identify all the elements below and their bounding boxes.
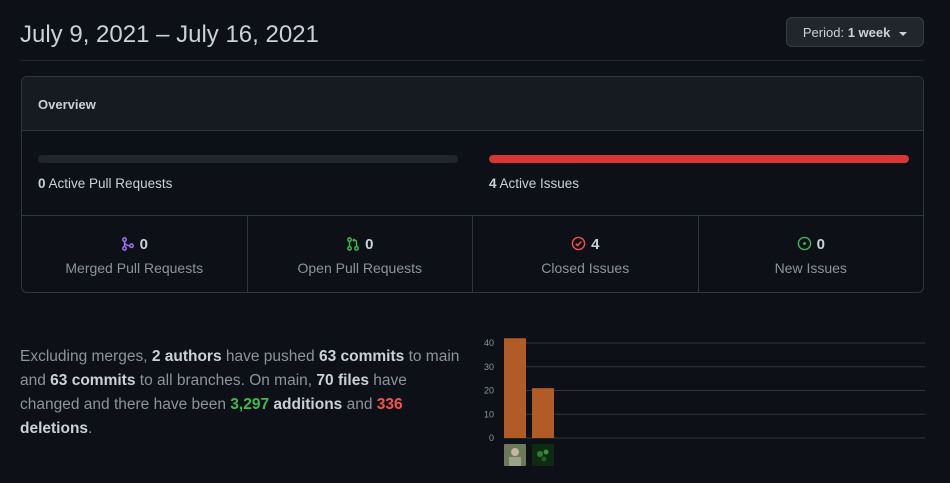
issue-closed-icon bbox=[571, 236, 586, 251]
active-pull-requests-label: Active Pull Requests bbox=[48, 176, 173, 191]
author-avatar bbox=[541, 456, 547, 462]
stat-merged-pull-requests[interactable]: 0 Merged Pull Requests bbox=[22, 216, 248, 292]
y-tick-label: 20 bbox=[484, 386, 494, 396]
summary-text: to all branches. On main, bbox=[135, 372, 317, 389]
active-pull-requests-count: 0 bbox=[38, 176, 46, 191]
additions-count: 3,297 bbox=[230, 396, 270, 413]
active-issues-link[interactable]: 4 Active Issues bbox=[489, 176, 579, 191]
pull-requests-progress-bar[interactable] bbox=[38, 155, 458, 163]
summary-text: have pushed bbox=[221, 348, 319, 365]
new-issues-label: New Issues bbox=[774, 260, 847, 276]
issues-progress-fill bbox=[489, 155, 909, 163]
commit-summary: Excluding merges, 2 authors have pushed … bbox=[20, 345, 470, 441]
issues-progress-bar[interactable] bbox=[489, 155, 909, 163]
overview-panel: Overview 0 Active Pull Requests 4 Active… bbox=[21, 76, 924, 293]
author-avatar bbox=[537, 451, 543, 457]
author-avatar bbox=[509, 457, 521, 466]
stats-row: 0 Merged Pull Requests 0 Open Pull Reque… bbox=[22, 216, 923, 292]
deletions-label: deletions bbox=[20, 420, 89, 437]
commit-bar bbox=[532, 388, 554, 438]
open-pr-count: 0 bbox=[365, 236, 374, 253]
additions-label: additions bbox=[269, 396, 343, 413]
closed-issues-count: 4 bbox=[591, 236, 600, 253]
y-tick-label: 0 bbox=[489, 433, 494, 443]
commits-by-author-chart: 0 10 20 30 40 bbox=[484, 338, 925, 466]
date-range-title: July 9, 2021 – July 16, 2021 bbox=[20, 21, 319, 48]
issue-opened-icon bbox=[797, 236, 811, 251]
overview-title: Overview bbox=[38, 97, 96, 112]
stat-closed-issues[interactable]: 4 Closed Issues bbox=[473, 216, 699, 292]
y-tick-label: 30 bbox=[484, 362, 494, 372]
summary-text: . bbox=[88, 420, 93, 437]
overview-header: Overview bbox=[22, 77, 923, 131]
files-changed-count: 70 files bbox=[316, 372, 369, 389]
active-pull-requests-link[interactable]: 0 Active Pull Requests bbox=[38, 176, 172, 191]
summary-text: and bbox=[342, 396, 377, 413]
activity-bars: 0 Active Pull Requests 4 Active Issues bbox=[22, 131, 923, 216]
y-tick-label: 10 bbox=[484, 409, 494, 419]
open-pr-label: Open Pull Requests bbox=[297, 260, 423, 276]
commit-bar bbox=[504, 338, 526, 438]
deletions-count: 336 bbox=[376, 396, 403, 413]
pull-request-icon bbox=[347, 237, 360, 251]
merged-pr-label: Merged Pull Requests bbox=[65, 260, 204, 276]
commits-main-count: 63 commits bbox=[318, 348, 405, 365]
commits-all-count: 63 commits bbox=[50, 372, 136, 389]
summary-text: Excluding merges, bbox=[20, 348, 152, 365]
closed-issues-label: Closed Issues bbox=[541, 260, 630, 276]
author-avatar bbox=[511, 448, 519, 456]
new-issues-count: 0 bbox=[816, 236, 825, 253]
active-issues-label: Active Issues bbox=[499, 176, 580, 191]
merge-icon bbox=[121, 237, 134, 251]
merged-pr-count: 0 bbox=[139, 236, 148, 253]
stat-open-pull-requests[interactable]: 0 Open Pull Requests bbox=[248, 216, 473, 292]
period-value: 1 week bbox=[847, 25, 891, 40]
page-header: July 9, 2021 – July 16, 2021 Period: 1 w… bbox=[20, 14, 924, 61]
active-issues-count: 4 bbox=[489, 176, 497, 191]
period-label: Period: bbox=[802, 25, 845, 40]
author-avatar bbox=[532, 444, 554, 466]
y-tick-label: 40 bbox=[484, 338, 494, 348]
author-avatar bbox=[543, 449, 549, 455]
stat-new-issues[interactable]: 0 New Issues bbox=[699, 216, 924, 292]
caret-down-icon bbox=[899, 31, 907, 36]
period-dropdown-button[interactable]: Period: 1 week bbox=[785, 17, 924, 47]
authors-count: 2 authors bbox=[151, 348, 222, 365]
